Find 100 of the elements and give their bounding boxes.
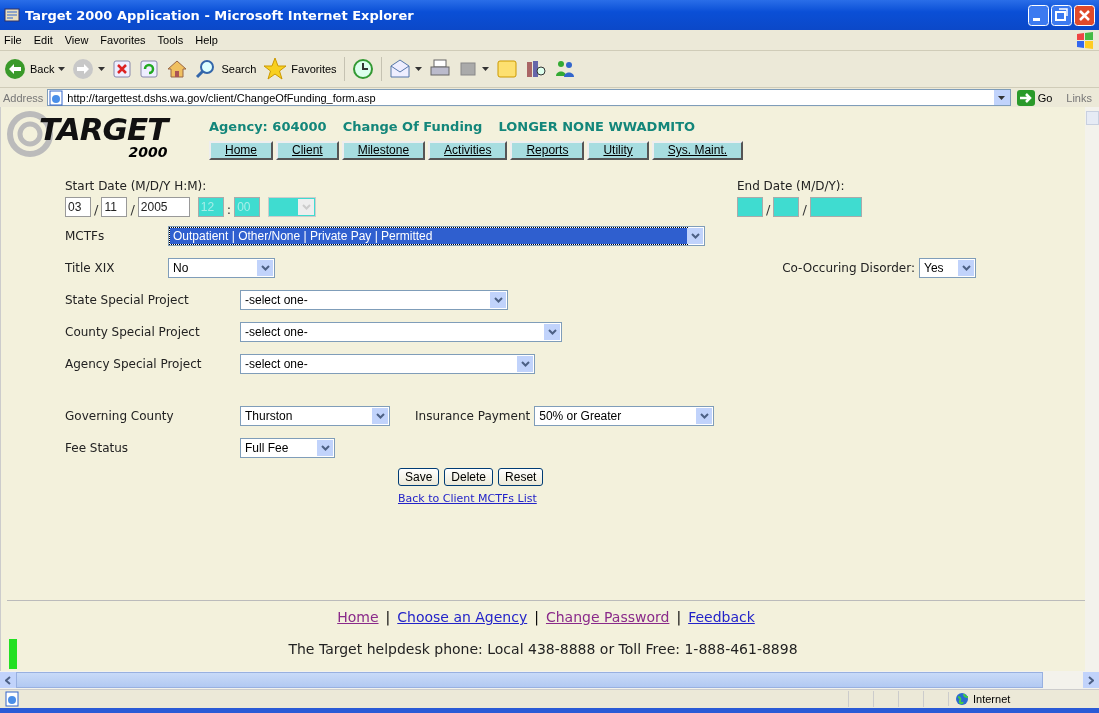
- form-button[interactable]: Reset: [498, 468, 544, 486]
- field-label: Co-Occuring Disorder:: [782, 261, 915, 275]
- input-field[interactable]: 2005: [137, 197, 190, 217]
- search-button[interactable]: Search: [195, 58, 257, 80]
- edit-button[interactable]: [457, 59, 489, 79]
- separator-text: /: [130, 202, 135, 217]
- nav-button[interactable]: Activities: [428, 141, 508, 160]
- menu-item[interactable]: Tools: [157, 34, 184, 46]
- field-label: Fee Status: [65, 441, 130, 455]
- menu-item[interactable]: Help: [195, 34, 218, 46]
- form-button[interactable]: Save: [398, 468, 440, 486]
- footer-link[interactable]: Feedback: [688, 609, 755, 625]
- caret-icon: [998, 95, 1006, 100]
- field-label: Insurance Payment: [415, 409, 531, 423]
- home-icon: [166, 58, 189, 80]
- dropdown[interactable]: 50% or Greater: [534, 406, 715, 426]
- address-label: Address: [3, 91, 44, 104]
- field-label: State Special Project: [65, 293, 190, 307]
- menu-item[interactable]: Favorites: [100, 34, 146, 46]
- caret-icon: [696, 408, 713, 424]
- history-icon: [351, 58, 374, 80]
- caret-icon: [517, 356, 533, 372]
- back-icon: [4, 58, 26, 80]
- stop-button[interactable]: [112, 59, 133, 79]
- go-button[interactable]: Go: [1014, 89, 1059, 106]
- browser-icon: [4, 7, 20, 23]
- input-field[interactable]: 11: [101, 197, 128, 217]
- maximize-button[interactable]: [1051, 4, 1072, 26]
- dropdown[interactable]: -select one-: [240, 322, 562, 342]
- window-title: Target 2000 Application - Microsoft Internet Explorer: [25, 7, 414, 23]
- star-button[interactable]: Favorites: [263, 57, 337, 81]
- scroll-left-button[interactable]: [0, 672, 16, 688]
- nav-button[interactable]: Utility: [587, 141, 649, 160]
- close-button[interactable]: [1074, 4, 1095, 26]
- logo-title: TARGET: [39, 113, 168, 145]
- home-button[interactable]: [166, 58, 189, 80]
- separator-text: :: [226, 202, 232, 217]
- mail-button[interactable]: [388, 58, 422, 80]
- footer-link[interactable]: Choose an Agency: [397, 609, 528, 625]
- caret-icon: [544, 324, 560, 340]
- separator-text: |: [676, 609, 682, 625]
- agency-label: Agency: 604000: [209, 119, 327, 134]
- footer-link[interactable]: Home: [337, 609, 379, 625]
- history-button[interactable]: [351, 58, 374, 80]
- people-icon: [553, 58, 576, 80]
- dropdown[interactable]: Outpatient | Other/None | Private Pay | Permitted: [168, 226, 705, 246]
- windows-logo-icon: [1075, 31, 1095, 49]
- address-field[interactable]: http://targettest.dshs.wa.gov/client/ChangeOfFunding_form.asp: [47, 89, 1011, 106]
- scroll-right-button[interactable]: [1083, 672, 1099, 688]
- books-button[interactable]: [524, 58, 547, 80]
- field-label: Title XIX: [65, 261, 116, 275]
- footer-link[interactable]: Change Password: [545, 609, 670, 625]
- stop-icon: [112, 59, 133, 79]
- nav-button[interactable]: Milestone: [341, 141, 426, 160]
- nav-button[interactable]: Home: [209, 141, 273, 160]
- people-button[interactable]: [553, 58, 576, 80]
- menu-item[interactable]: View: [64, 34, 89, 46]
- links-button[interactable]: Links: [1062, 91, 1096, 104]
- nav-button[interactable]: Reports: [510, 141, 585, 160]
- caret-icon: [958, 260, 974, 276]
- nav-button[interactable]: Sys. Maint.: [651, 141, 744, 160]
- back-link[interactable]: Back to Client MCTFs List: [398, 492, 537, 505]
- client-name: LONGER NONE WWADMITO: [498, 119, 696, 134]
- field-label: Governing County: [65, 409, 175, 423]
- dropdown[interactable]: Full Fee: [240, 438, 335, 458]
- zone-label: Internet: [973, 693, 1011, 705]
- caret-icon: [298, 199, 315, 215]
- menu-item[interactable]: Edit: [33, 34, 53, 46]
- caret-icon: [257, 260, 273, 276]
- dropdown[interactable]: -select one-: [240, 354, 535, 374]
- mail-icon: [388, 58, 411, 80]
- dropdown-button[interactable]: [993, 90, 1010, 105]
- caret-icon: [490, 292, 506, 308]
- dropdown[interactable]: -select one-: [240, 290, 508, 310]
- logo-subtitle: 2000: [128, 145, 168, 159]
- page-icon: [48, 89, 65, 106]
- star-icon: [263, 57, 288, 81]
- separator-text: |: [385, 609, 391, 625]
- input-field[interactable]: 03: [65, 197, 91, 217]
- back-button[interactable]: Back: [4, 58, 66, 80]
- dropdown[interactable]: Thurston: [240, 406, 390, 426]
- caret-icon: [687, 228, 703, 244]
- separator-text: |: [534, 609, 539, 625]
- refresh-icon: [139, 59, 160, 79]
- forward-button[interactable]: [72, 58, 106, 80]
- separator-text: /: [94, 202, 99, 217]
- minimize-button[interactable]: [1028, 4, 1049, 26]
- globe-icon: [955, 692, 969, 706]
- helpdesk-text: The Target helpdesk phone: Local 438-8888 or Toll Free: 1-888-461-8898: [287, 641, 799, 659]
- field-label: County Special Project: [65, 325, 201, 339]
- menu-item[interactable]: File: [4, 34, 22, 46]
- dropdown[interactable]: No: [168, 258, 275, 278]
- nav-button[interactable]: Client: [276, 141, 339, 160]
- dropdown[interactable]: Yes: [919, 258, 976, 278]
- side-mark: [9, 639, 17, 669]
- form-button[interactable]: Delete: [444, 468, 494, 486]
- separator-text: /: [802, 202, 807, 217]
- books-icon: [524, 58, 547, 80]
- refresh-button[interactable]: [139, 59, 160, 79]
- field-label: Start Date (M/D/Y H:M):: [65, 179, 208, 193]
